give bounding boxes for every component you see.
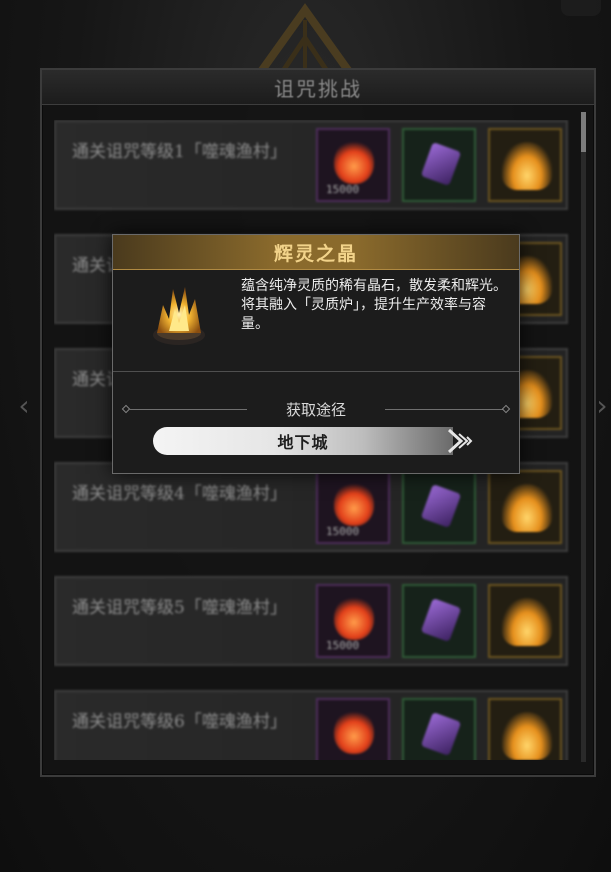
reward-slot-gold[interactable] <box>488 128 562 202</box>
divider-line <box>129 409 247 410</box>
popup-header: 辉灵之晶 <box>113 235 519 270</box>
chevron-right-icon[interactable]: › <box>594 388 610 424</box>
panel-header: 诅咒挑战 <box>42 70 594 105</box>
reward-slot-flame[interactable] <box>316 698 390 760</box>
source-heading: 获取途径 <box>285 401 346 419</box>
challenge-label: 通关诅咒等级6「噬魂渔村」 <box>72 712 287 732</box>
red-flame-icon <box>334 140 374 184</box>
gold-flame-icon <box>502 142 552 190</box>
challenge-label: 通关诅咒等级5「噬魂渔村」 <box>72 598 287 618</box>
arrow-right-icon[interactable] <box>447 428 477 454</box>
reward-slot-crystal[interactable] <box>402 584 476 658</box>
reward-slot-gold[interactable] <box>488 698 562 760</box>
challenge-label: 通关诅咒等级1「噬魂渔村」 <box>72 142 287 162</box>
corner-logo <box>561 0 601 16</box>
challenge-row[interactable]: 通关诅咒等级1「噬魂渔村」 15000 <box>54 120 568 210</box>
challenge-label: 通关诅咒等级4「噬魂渔村」 <box>72 484 287 504</box>
reward-slot-crystal[interactable] <box>402 470 476 544</box>
divider-line <box>385 409 503 410</box>
purple-crystal-icon <box>420 597 462 643</box>
reward-slot-crystal[interactable] <box>402 128 476 202</box>
panel-title: 诅咒挑战 <box>274 76 362 101</box>
scrollbar[interactable] <box>581 112 586 762</box>
purple-crystal-icon <box>420 141 462 187</box>
challenge-row[interactable]: 通关诅咒等级6「噬魂渔村」 <box>54 690 568 760</box>
dungeon-source-button[interactable]: 地下城 <box>153 427 453 455</box>
reward-slot-crystal[interactable] <box>402 698 476 760</box>
diamond-ornament-icon <box>501 404 511 414</box>
red-flame-icon <box>334 482 374 526</box>
reward-slot-gold[interactable] <box>488 470 562 544</box>
item-name: 辉灵之晶 <box>273 242 358 265</box>
chevron-left-icon[interactable]: ‹ <box>16 388 32 424</box>
purple-crystal-icon <box>420 483 462 529</box>
golden-flame-crystal-icon <box>153 287 205 345</box>
reward-slot-gold[interactable] <box>488 584 562 658</box>
scroll-thumb[interactable] <box>581 112 586 152</box>
reward-slot-flame[interactable]: 15000 <box>316 584 390 658</box>
red-flame-icon <box>334 710 374 754</box>
item-tooltip-popup: 辉灵之晶 蕴含纯净灵质的稀有晶石，散发柔和辉光。将其融入「灵质炉」，提升生产效率… <box>112 234 520 474</box>
challenge-row[interactable]: 通关诅咒等级4「噬魂渔村」 15000 <box>54 462 568 552</box>
source-button-label: 地下城 <box>277 433 329 452</box>
red-flame-icon <box>334 596 374 640</box>
reward-qty: 15000 <box>326 183 360 196</box>
gold-flame-icon <box>502 484 552 532</box>
reward-slot-flame[interactable]: 15000 <box>316 128 390 202</box>
source-section-header: 获取途径 <box>121 399 511 419</box>
gold-flame-icon <box>502 712 552 760</box>
item-description: 蕴含纯净灵质的稀有晶石，散发柔和辉光。将其融入「灵质炉」，提升生产效率与容量。 <box>241 278 507 332</box>
reward-qty: 15000 <box>326 525 360 538</box>
challenge-row[interactable]: 通关诅咒等级5「噬魂渔村」 15000 <box>54 576 568 666</box>
divider <box>113 371 519 372</box>
gold-flame-icon <box>502 598 552 646</box>
purple-crystal-icon <box>420 711 462 757</box>
reward-slot-flame[interactable]: 15000 <box>316 470 390 544</box>
reward-qty: 15000 <box>326 639 360 652</box>
